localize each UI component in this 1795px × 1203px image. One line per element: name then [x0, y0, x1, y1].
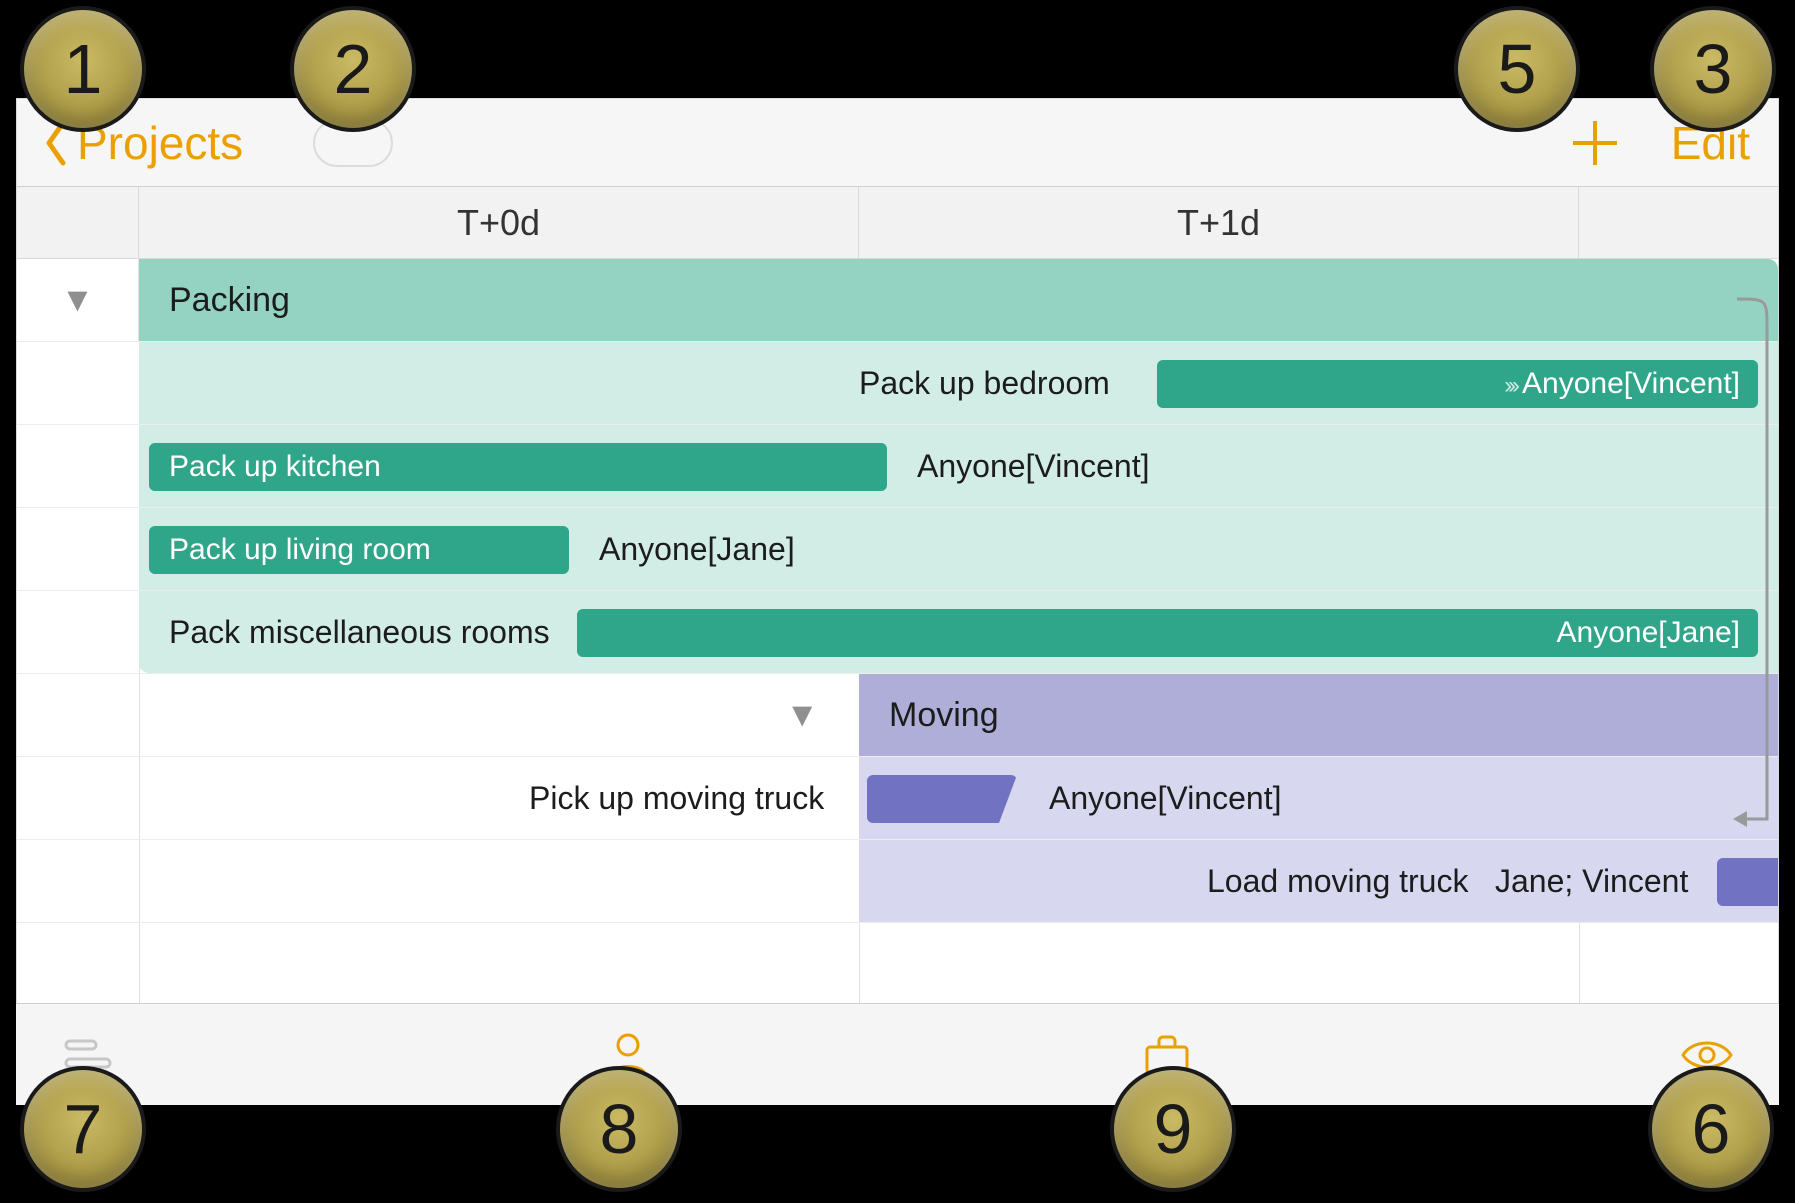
task-assignee: Anyone[Vincent]	[1522, 367, 1740, 400]
task-assignee: Anyone[Vincent]	[1049, 757, 1281, 839]
task-bar[interactable]: ››› Anyone[Vincent]	[1157, 360, 1758, 408]
disclosure-triangle-icon[interactable]: ▼	[785, 696, 819, 735]
timeline-header-gutter	[17, 187, 139, 258]
task-name: Load moving truck	[1207, 840, 1468, 922]
callout-badge-3: 3	[1650, 6, 1776, 132]
group-header-row[interactable]: ▼ Moving	[17, 674, 1778, 757]
callout-badge-8: 8	[556, 1066, 682, 1192]
group-header-bar[interactable]: Moving	[859, 674, 1778, 756]
timeline-header: T+0d T+1d	[17, 187, 1778, 259]
task-assignee: Anyone[Jane]	[1557, 616, 1740, 650]
task-bar[interactable]	[1717, 858, 1778, 906]
task-row[interactable]: Pick up moving truck Anyone[Vincent]	[17, 757, 1778, 840]
task-bar[interactable]: Anyone[Jane]	[577, 609, 1758, 657]
add-button[interactable]	[1567, 115, 1623, 171]
task-bar[interactable]: Pack up kitchen	[149, 443, 887, 491]
timeline-col-0: T+0d	[139, 187, 859, 258]
callout-badge-6: 6	[1648, 1066, 1774, 1192]
task-row[interactable]: Pack up kitchen Anyone[Vincent]	[17, 425, 1778, 508]
task-row[interactable]: Load moving truck Jane; Vincent	[17, 840, 1778, 923]
timeline-col-1: T+1d	[859, 187, 1579, 258]
task-row[interactable]: Pack up living room Anyone[Jane]	[17, 508, 1778, 591]
task-bar[interactable]	[867, 775, 1017, 823]
task-name: Pack up bedroom	[859, 342, 1110, 424]
task-row[interactable]: Pack miscellaneous rooms Anyone[Jane]	[17, 591, 1778, 674]
footer-toolbar	[16, 1003, 1779, 1105]
task-name: Pack up living room	[169, 533, 431, 567]
callout-badge-2: 2	[290, 6, 416, 132]
app-frame: Projects Edit T+0d T+1d ▼ Packing	[16, 98, 1779, 1077]
task-name: Pack miscellaneous rooms	[169, 591, 550, 673]
group-header-row[interactable]: ▼ Packing	[17, 259, 1778, 342]
continuation-icon: ›››	[1504, 372, 1516, 399]
task-bar[interactable]: Pack up living room	[149, 526, 569, 574]
task-assignee: Anyone[Jane]	[599, 508, 795, 590]
task-assignee: Jane; Vincent	[1495, 840, 1688, 922]
callout-badge-9: 9	[1110, 1066, 1236, 1192]
task-name: Pick up moving truck	[529, 757, 824, 839]
group-name: Moving	[889, 696, 999, 735]
callout-badge-7: 7	[20, 1066, 146, 1192]
disclosure-triangle-icon[interactable]: ▼	[61, 281, 95, 320]
group-name: Packing	[169, 281, 290, 320]
task-name: Pack up kitchen	[169, 450, 381, 484]
callout-badge-5: 5	[1454, 6, 1580, 132]
timeline-col-overflow	[1579, 187, 1778, 258]
gantt-body[interactable]: ▼ Packing Pack up bedroom ››› Anyone[Vinc…	[17, 259, 1778, 1076]
callout-badge-1: 1	[20, 6, 146, 132]
group-header-bar[interactable]: Packing	[139, 259, 1778, 341]
task-row[interactable]: Pack up bedroom ››› Anyone[Vincent]	[17, 342, 1778, 425]
task-assignee: Anyone[Vincent]	[917, 425, 1149, 507]
